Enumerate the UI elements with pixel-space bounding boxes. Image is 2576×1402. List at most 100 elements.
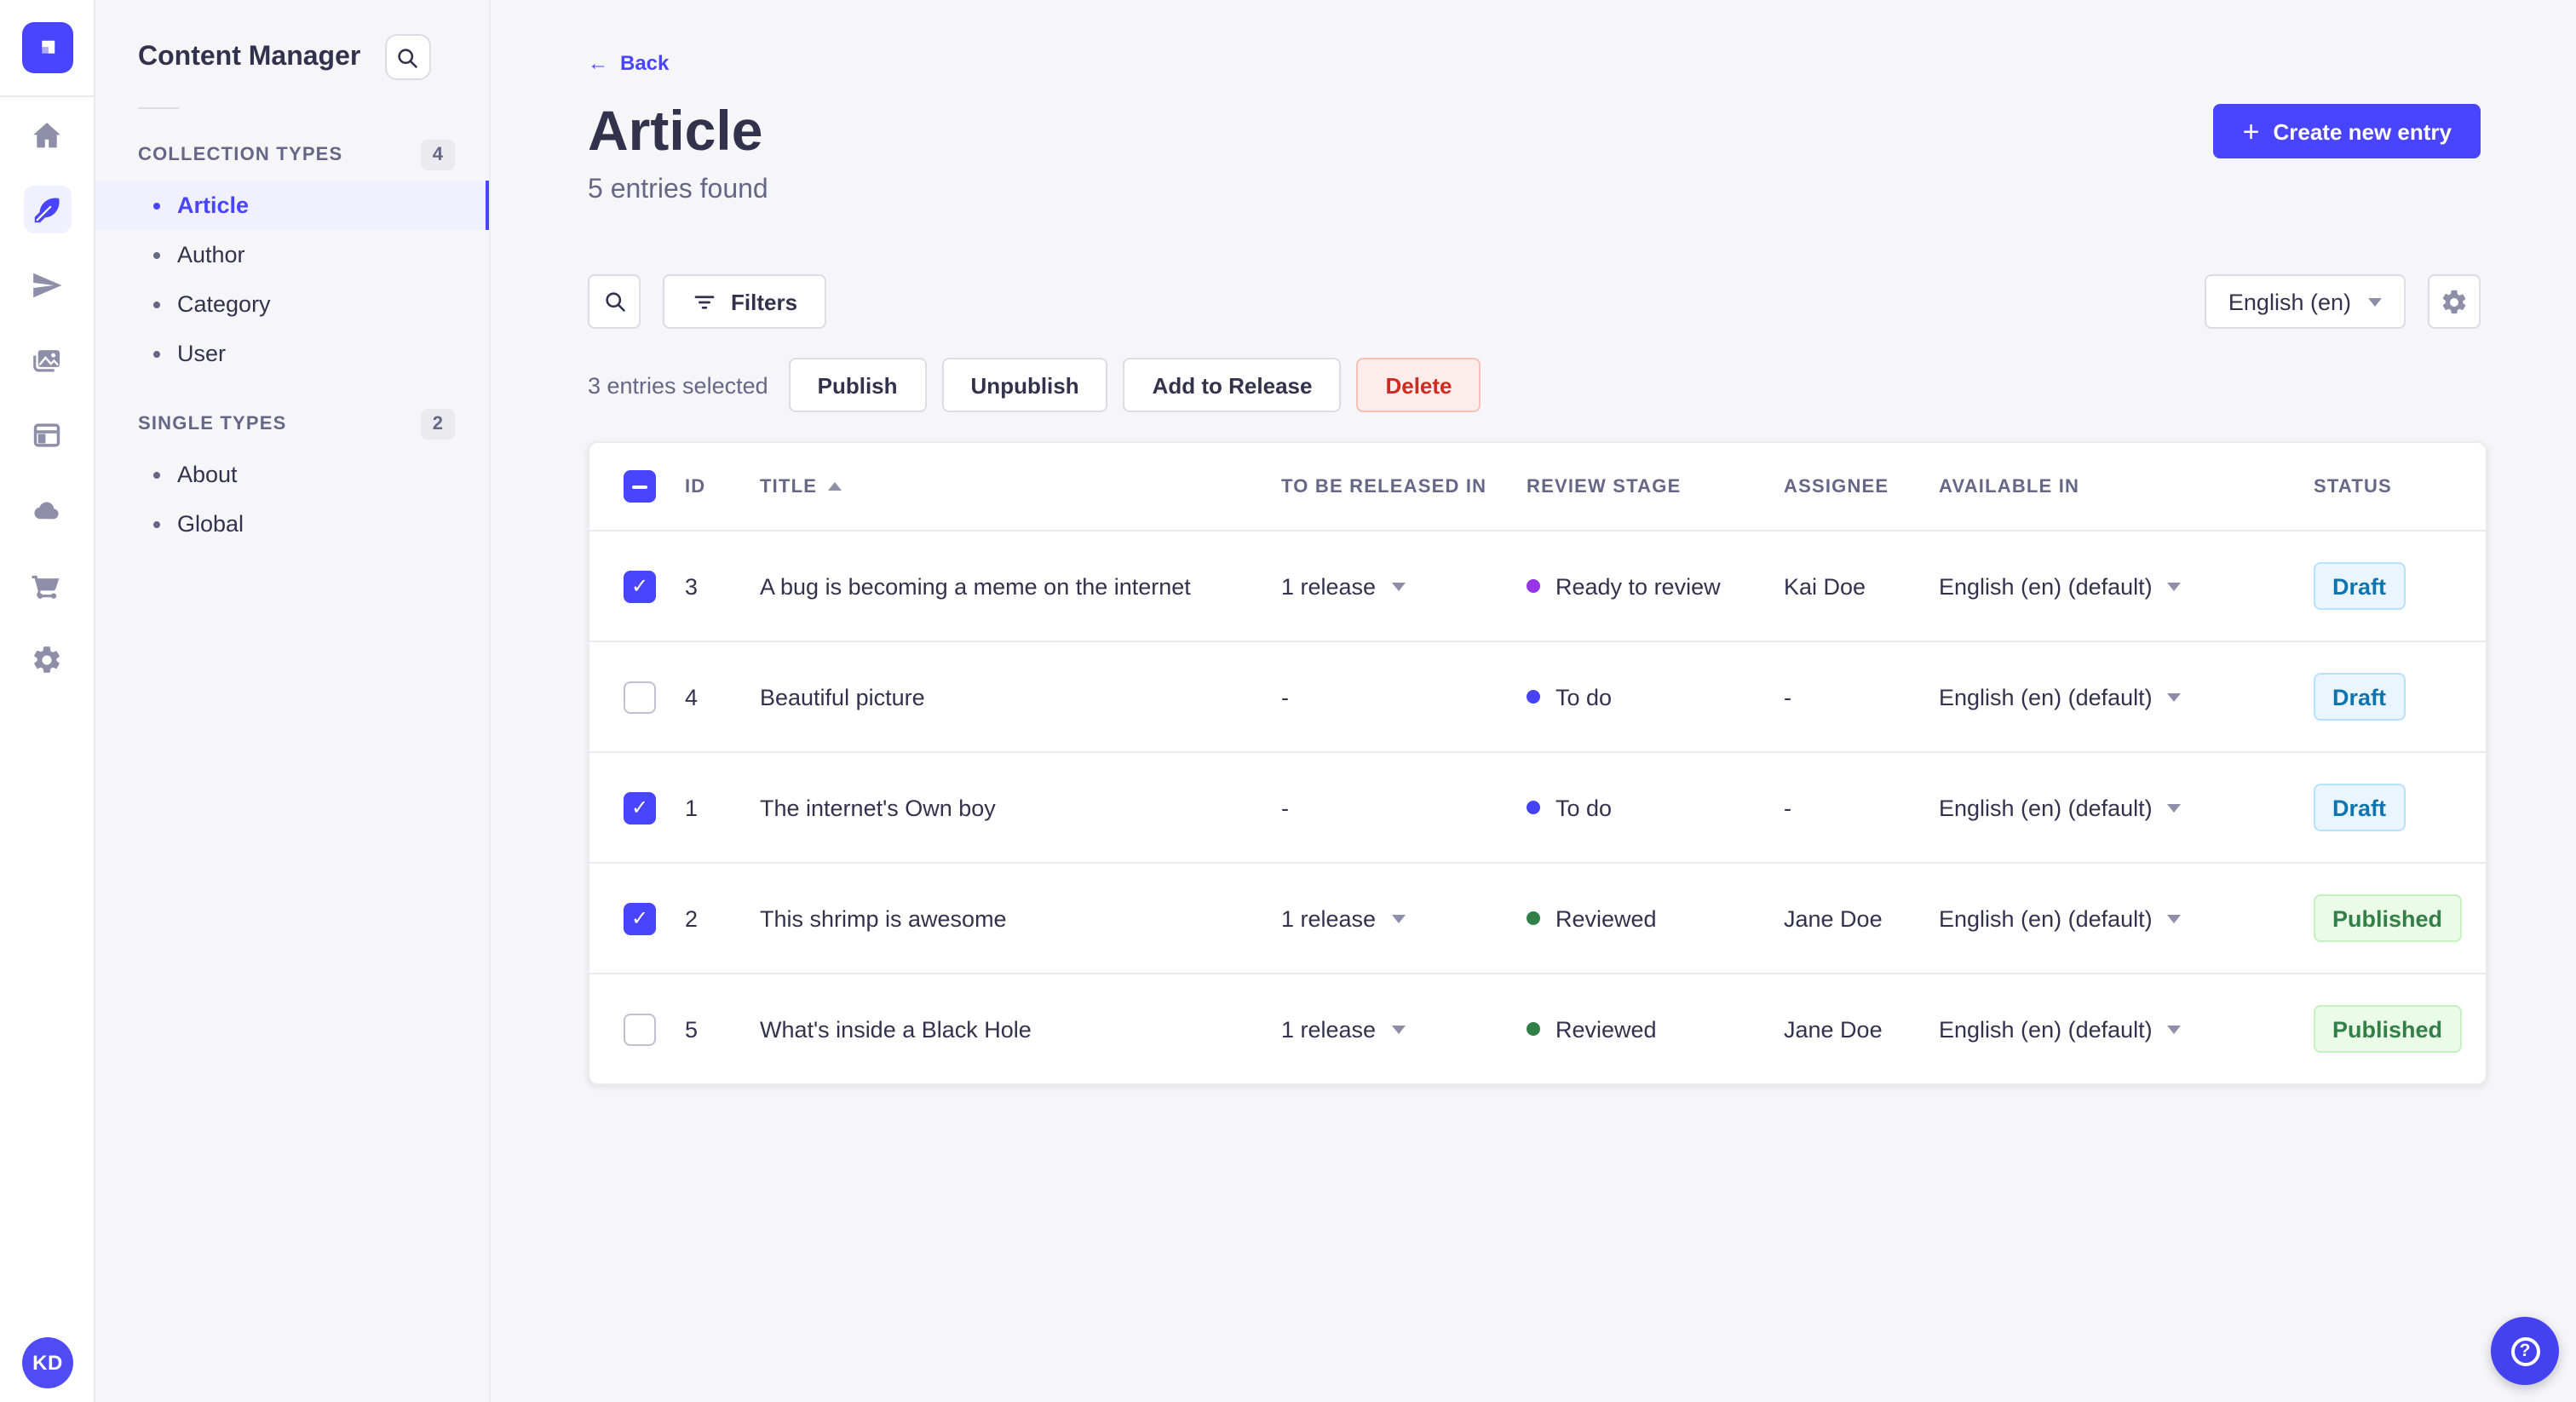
sidebar-item-category[interactable]: Category <box>95 279 489 329</box>
sidebar-item-user[interactable]: User <box>95 329 489 378</box>
publish-button[interactable]: Publish <box>788 358 927 412</box>
unpublish-button[interactable]: Unpublish <box>941 358 1108 412</box>
chevron-down-icon <box>2167 914 2182 922</box>
sidebar-item-cloud[interactable] <box>23 486 71 533</box>
table-row[interactable]: 4 Beautiful picture - To do - English (e… <box>589 641 2486 751</box>
panel-divider <box>138 107 179 109</box>
row-title: The internet's Own boy <box>760 795 996 820</box>
plus-icon: + <box>2242 115 2260 147</box>
row-release-dropdown[interactable]: - <box>1281 684 1527 710</box>
selected-count-text: 3 entries selected <box>588 372 768 398</box>
row-assignee: - <box>1784 684 1791 710</box>
row-title: A bug is becoming a meme on the internet <box>760 573 1191 599</box>
question-mark-icon: ? <box>2510 1336 2539 1365</box>
column-header-review-stage[interactable]: REVIEW STAGE <box>1527 476 1784 497</box>
sidebar-item-global[interactable]: Global <box>95 499 489 549</box>
row-locale-dropdown[interactable]: English (en) (default) <box>1939 1016 2314 1042</box>
stage-dot-icon <box>1527 1022 1540 1036</box>
item-label: Global <box>177 511 244 537</box>
back-label: Back <box>620 51 670 75</box>
filters-button[interactable]: Filters <box>663 274 827 329</box>
strapi-logo-icon[interactable] <box>21 22 72 73</box>
locale-select[interactable]: English (en) <box>2204 274 2406 329</box>
sidebar-item-author[interactable]: Author <box>95 230 489 279</box>
single-types-section: SINGLE TYPES 2 About Global <box>95 409 489 549</box>
delete-button[interactable]: Delete <box>1356 358 1481 412</box>
row-checkbox[interactable] <box>624 1013 656 1045</box>
bullet-icon <box>153 471 160 478</box>
view-settings-button[interactable] <box>2428 274 2481 329</box>
single-types-count-badge: 2 <box>420 409 455 440</box>
row-checkbox[interactable] <box>624 681 656 713</box>
release-count: - <box>1281 684 1289 710</box>
row-checkbox[interactable] <box>624 570 656 602</box>
row-release-dropdown[interactable]: 1 release <box>1281 905 1527 931</box>
sidebar-item-home[interactable] <box>23 111 71 158</box>
cloud-icon <box>34 501 59 519</box>
strapi-logo-glyph <box>41 40 55 54</box>
row-locale-dropdown[interactable]: English (en) (default) <box>1939 795 2314 820</box>
row-checkbox[interactable] <box>624 791 656 824</box>
sidebar-item-article[interactable]: Article <box>95 181 489 230</box>
item-label: Author <box>177 242 245 267</box>
table-row[interactable]: 2 This shrimp is awesome 1 release Revie… <box>589 862 2486 973</box>
sidebar-item-content-manager[interactable] <box>23 186 71 233</box>
row-release-dropdown[interactable]: 1 release <box>1281 1016 1527 1042</box>
chevron-down-icon <box>1391 1025 1406 1033</box>
chevron-down-icon <box>1391 914 1406 922</box>
sidebar-item-settings[interactable] <box>23 635 71 683</box>
table-row[interactable]: 1 The internet's Own boy - To do - Engli… <box>589 751 2486 862</box>
create-new-entry-button[interactable]: + Create new entry <box>2213 104 2481 158</box>
row-locale-dropdown[interactable]: English (en) (default) <box>1939 905 2314 931</box>
user-avatar[interactable]: KD <box>22 1337 73 1388</box>
column-header-id[interactable]: ID <box>685 476 760 497</box>
sidebar-item-about[interactable]: About <box>95 450 489 499</box>
row-locale-dropdown[interactable]: English (en) (default) <box>1939 684 2314 710</box>
row-locale-dropdown[interactable]: English (en) (default) <box>1939 573 2314 599</box>
panel-header: Content Manager <box>95 0 489 80</box>
column-header-status[interactable]: STATUS <box>2314 476 2486 497</box>
add-to-release-button[interactable]: Add to Release <box>1123 358 1342 412</box>
row-release-dropdown[interactable]: 1 release <box>1281 573 1527 599</box>
column-header-assignee[interactable]: ASSIGNEE <box>1784 476 1939 497</box>
row-id: 3 <box>685 573 699 599</box>
search-entries-button[interactable] <box>588 274 641 329</box>
release-count: 1 release <box>1281 905 1377 931</box>
locale-label: English (en) (default) <box>1939 1016 2153 1042</box>
column-header-released[interactable]: TO BE RELEASED IN <box>1281 476 1527 497</box>
table-row[interactable]: 3 A bug is becoming a meme on the intern… <box>589 530 2486 641</box>
entries-table: ID TITLE TO BE RELEASED IN REVIEW STAGE … <box>588 441 2487 1085</box>
chevron-down-icon <box>2167 1025 2182 1033</box>
table-row[interactable]: 5 What's inside a Black Hole 1 release R… <box>589 973 2486 1083</box>
column-header-available-in[interactable]: AVAILABLE IN <box>1939 476 2314 497</box>
locale-label: English (en) (default) <box>1939 684 2153 710</box>
filter-icon <box>694 295 715 308</box>
table-header-row: ID TITLE TO BE RELEASED IN REVIEW STAGE … <box>589 443 2486 530</box>
bullet-icon <box>153 251 160 258</box>
row-id: 5 <box>685 1016 699 1042</box>
help-button[interactable]: ? <box>2491 1317 2559 1385</box>
filters-label: Filters <box>731 289 798 314</box>
release-count: 1 release <box>1281 1016 1377 1042</box>
sidebar-item-releases[interactable] <box>23 261 71 308</box>
item-label: User <box>177 341 227 366</box>
item-label: About <box>177 462 238 487</box>
feather-pen-icon <box>34 197 60 222</box>
app: KD Content Manager COLLECTION TYPES 4 Ar… <box>0 0 2576 1402</box>
row-assignee: Jane Doe <box>1784 905 1883 931</box>
locale-label: English (en) (default) <box>1939 795 2153 820</box>
row-review-stage: Reviewed <box>1527 905 1784 931</box>
select-all-checkbox[interactable] <box>624 470 656 503</box>
sidebar-item-marketplace[interactable] <box>23 560 71 608</box>
layout-icon <box>33 422 60 446</box>
column-header-title[interactable]: TITLE <box>760 476 1281 497</box>
panel-search-button[interactable] <box>384 34 431 80</box>
panel-title: Content Manager <box>138 42 361 71</box>
sidebar-item-content-type-builder[interactable] <box>23 411 71 458</box>
back-link[interactable]: ← Back <box>588 51 669 75</box>
sidebar-item-media-library[interactable] <box>23 336 71 383</box>
row-release-dropdown[interactable]: - <box>1281 795 1527 820</box>
row-checkbox[interactable] <box>624 902 656 934</box>
entries-count: 5 entries found <box>588 175 768 204</box>
home-icon <box>33 122 60 147</box>
